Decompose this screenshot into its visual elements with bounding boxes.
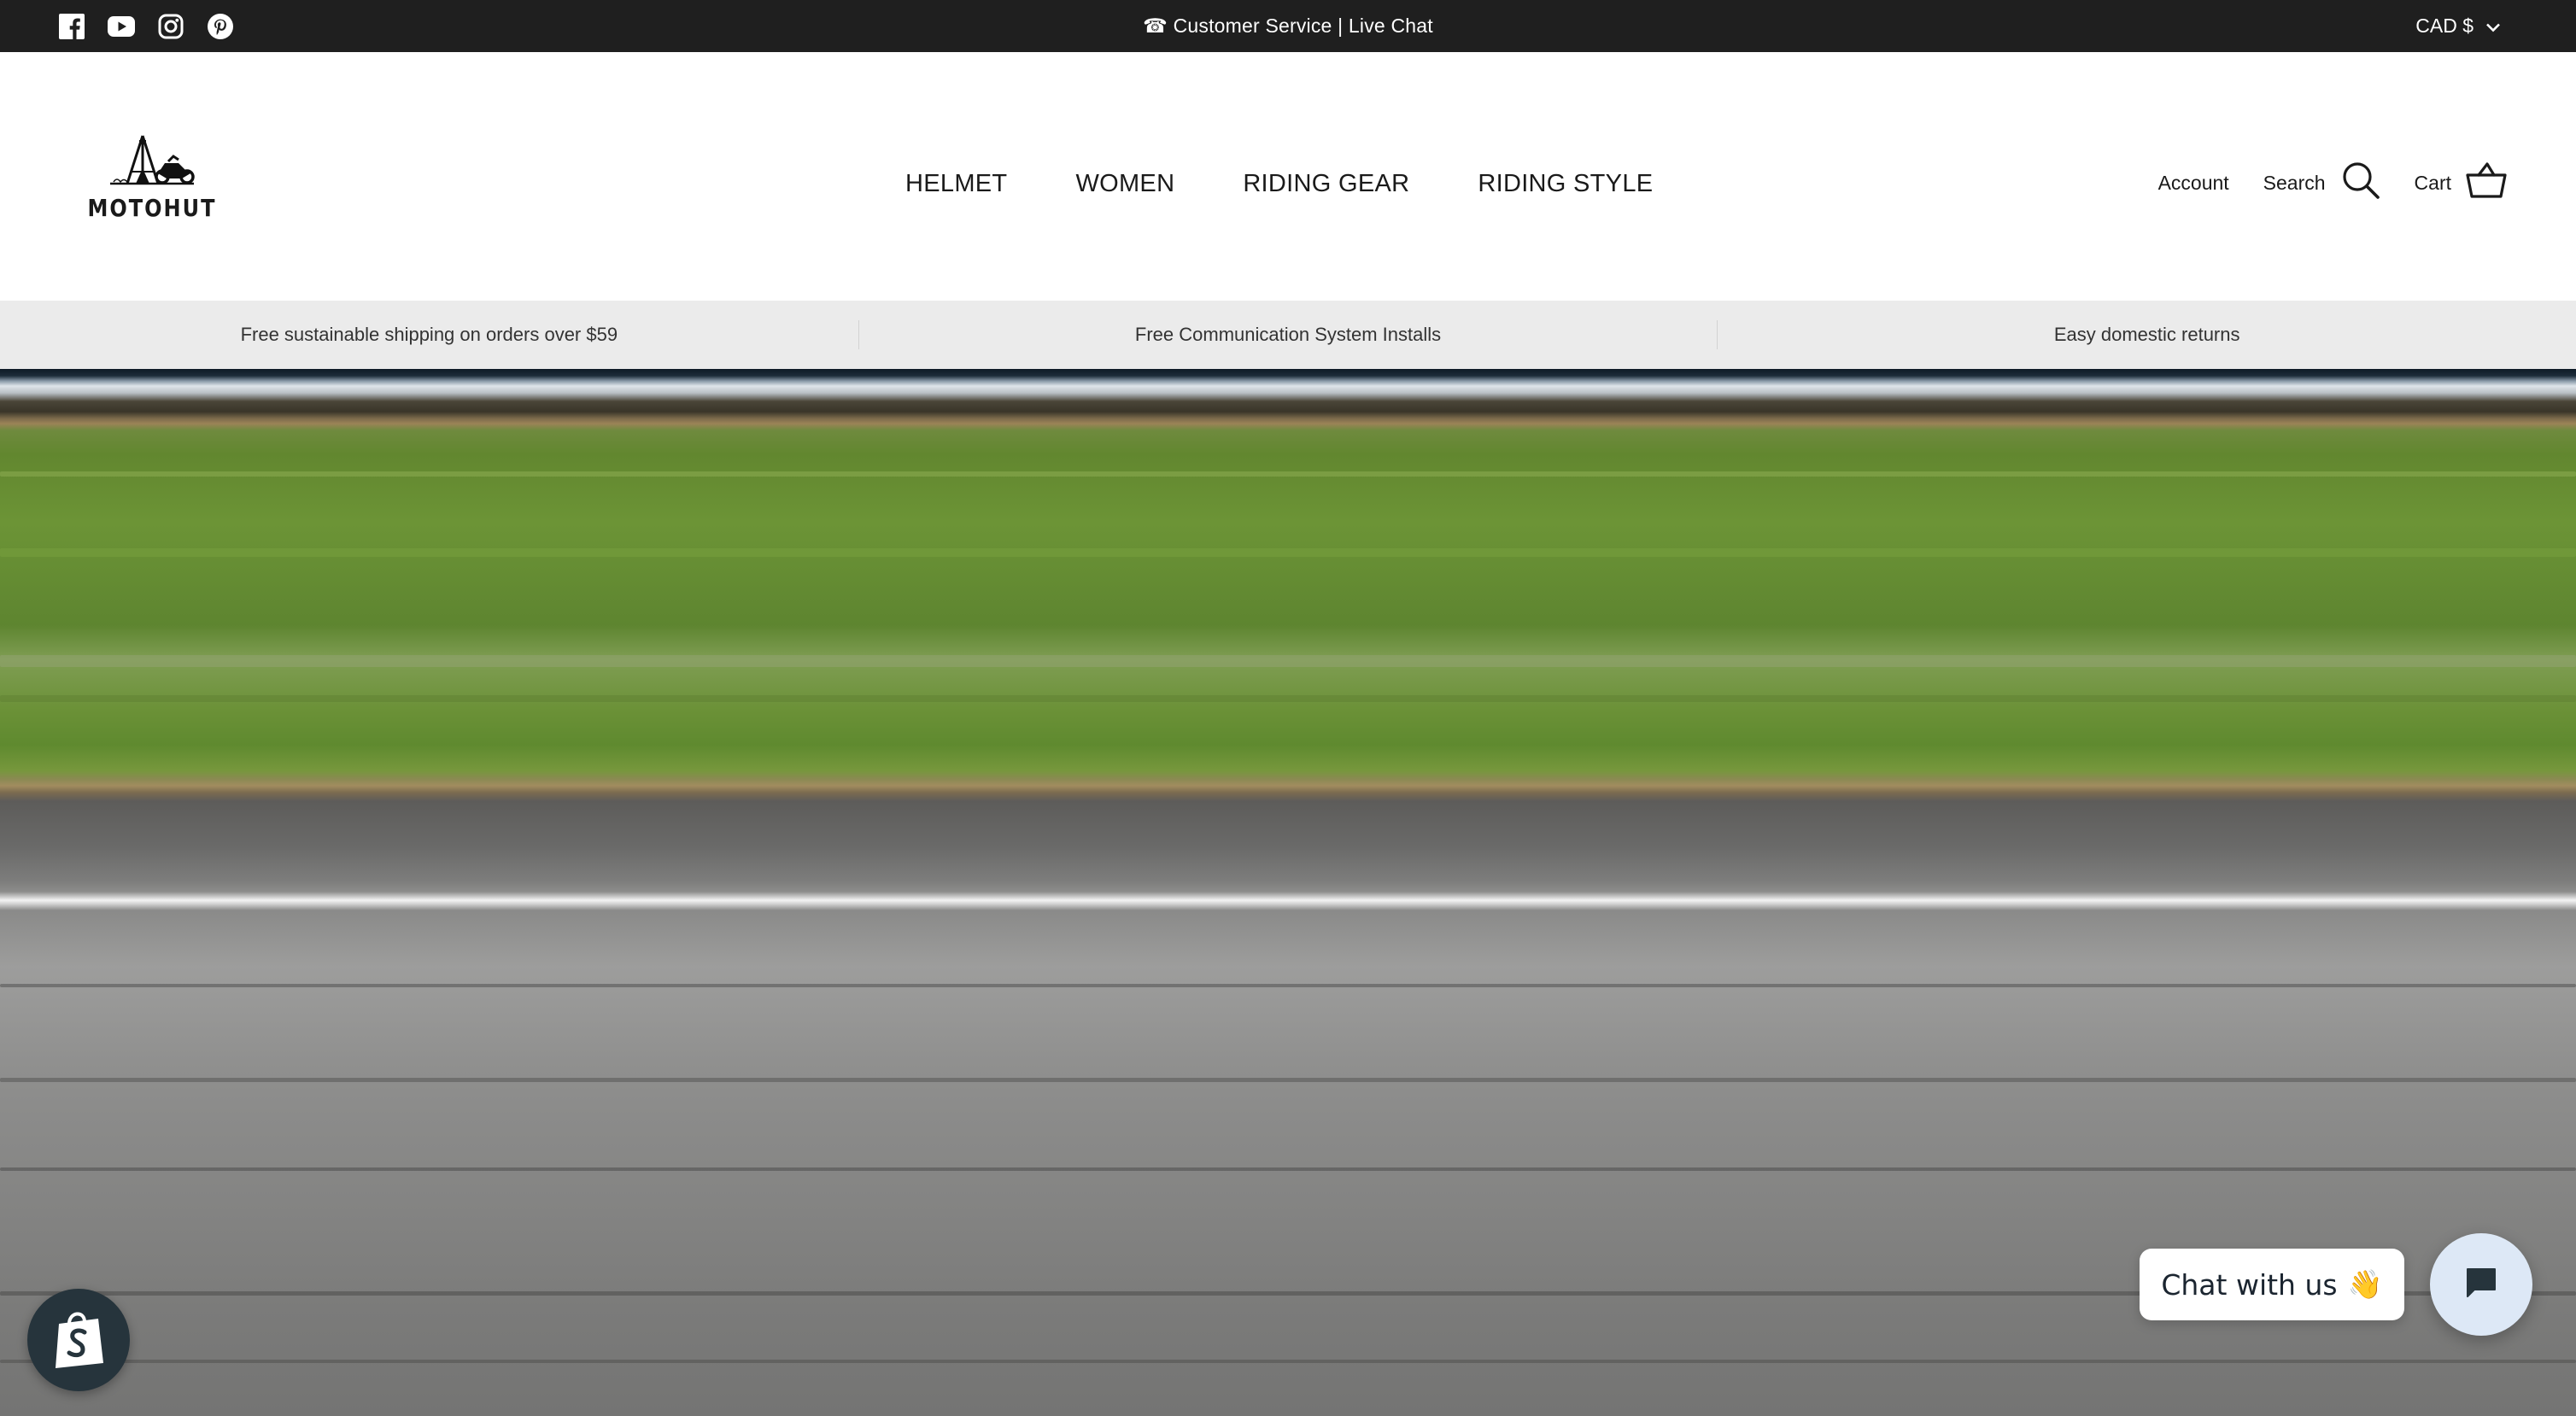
logo-text: MOTOHUT xyxy=(87,194,217,223)
hero-streak xyxy=(0,695,2576,702)
search-label: Search xyxy=(2263,171,2326,194)
usp-returns: Easy domestic returns xyxy=(2053,324,2240,345)
basket-icon xyxy=(2465,161,2508,204)
facebook-icon[interactable] xyxy=(58,13,85,40)
nav-item-women[interactable]: WOMEN xyxy=(1075,170,1174,198)
main-nav: HELMET WOMEN RIDING GEAR RIDING STYLE xyxy=(905,158,1653,209)
hero-streak xyxy=(0,1360,2576,1363)
nav-item-riding-style[interactable]: RIDING STYLE xyxy=(1478,170,1653,198)
header-actions: Account Search Cart xyxy=(2158,153,2508,213)
chevron-down-icon xyxy=(2485,15,2501,38)
customer-service-link[interactable]: ☎ Customer Service | Live Chat xyxy=(1143,15,1433,38)
teepee-motorcycle-icon xyxy=(105,134,199,193)
account-link[interactable]: Account xyxy=(2158,172,2229,195)
search-button[interactable]: Search xyxy=(2263,161,2380,205)
chat-launcher-button[interactable] xyxy=(2430,1233,2532,1336)
hero-streak xyxy=(0,1167,2576,1171)
currency-selector[interactable]: CAD $ xyxy=(2415,0,2501,52)
hero-streak xyxy=(0,984,2576,987)
announcement-bar: ☎ Customer Service | Live Chat CAD $ xyxy=(0,0,2576,52)
waving-hand-icon: 👋 xyxy=(2347,1267,2383,1301)
chat-label: Chat with us xyxy=(2161,1267,2338,1302)
nav-item-riding-gear[interactable]: RIDING GEAR xyxy=(1243,170,1409,198)
social-links xyxy=(58,0,234,52)
shopping-bag-icon xyxy=(50,1307,107,1374)
nav-item-helmet[interactable]: HELMET xyxy=(905,170,1007,198)
cart-label: Cart xyxy=(2414,171,2451,194)
usp-shipping: Free sustainable shipping on orders over… xyxy=(240,324,618,345)
chat-with-us-button[interactable]: Chat with us 👋 xyxy=(2140,1249,2404,1320)
cart-button[interactable]: Cart xyxy=(2415,161,2508,204)
hero-streak xyxy=(0,548,2576,557)
youtube-icon[interactable] xyxy=(108,13,135,40)
currency-label: CAD $ xyxy=(2415,15,2474,37)
usp-installs: Free Communication System Installs xyxy=(1134,324,1442,345)
hero-streak xyxy=(0,655,2576,667)
usp-bar: Free sustainable shipping on orders over… xyxy=(0,301,2576,369)
shopify-shop-button[interactable] xyxy=(27,1289,130,1391)
search-icon xyxy=(2341,161,2380,205)
hero-streak xyxy=(0,1078,2576,1082)
instagram-icon[interactable] xyxy=(157,13,184,40)
site-header: MOTOHUT HELMET WOMEN RIDING GEAR RIDING … xyxy=(0,52,2576,301)
hero-streak xyxy=(0,471,2576,477)
motohut-logo[interactable]: MOTOHUT xyxy=(88,134,215,271)
chat-bubble-icon xyxy=(2462,1264,2500,1306)
pinterest-icon[interactable] xyxy=(207,13,234,40)
